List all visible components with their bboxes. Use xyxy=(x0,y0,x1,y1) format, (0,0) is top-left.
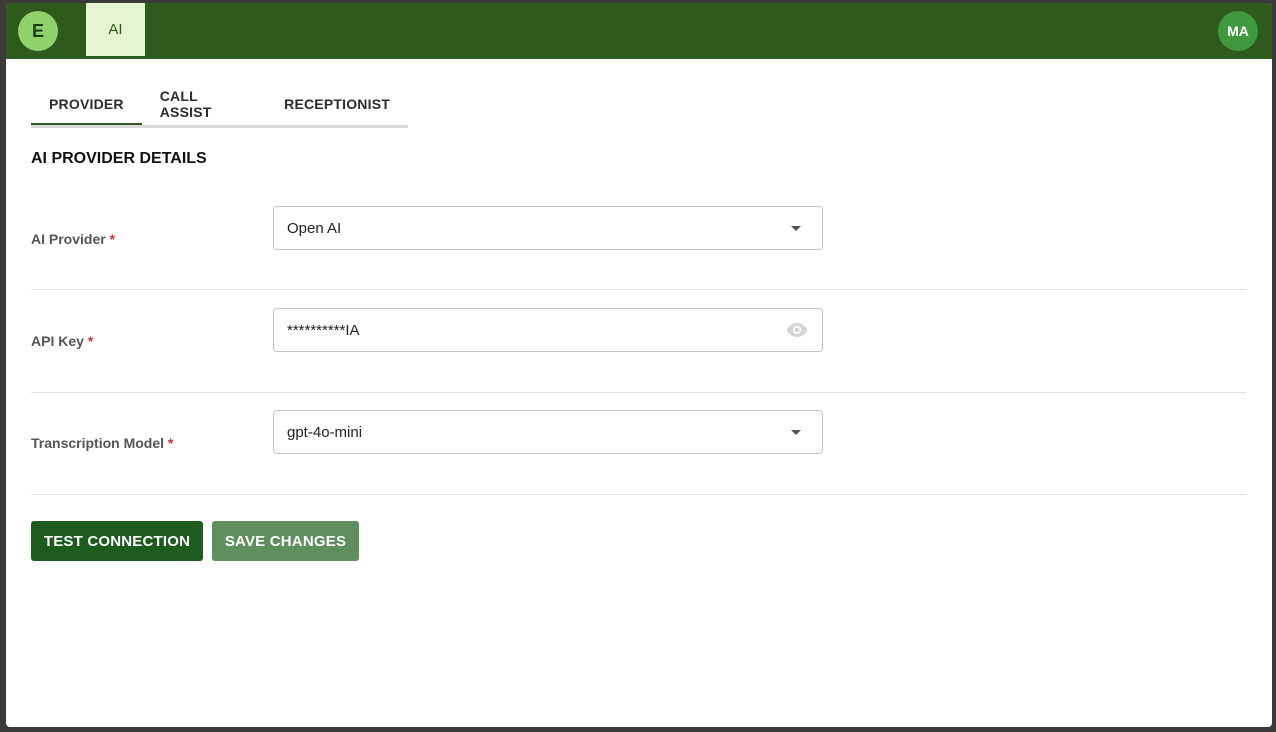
api-key-label: API Key * xyxy=(31,333,93,349)
tab-call-assist[interactable]: CALL ASSIST xyxy=(142,83,266,125)
required-mark: * xyxy=(87,333,94,349)
required-mark: * xyxy=(167,435,174,451)
divider xyxy=(31,289,1246,290)
top-bar: E AI MA xyxy=(6,3,1272,59)
test-connection-button[interactable]: TEST CONNECTION xyxy=(31,521,203,561)
transcription-model-select[interactable]: gpt-4o-mini xyxy=(273,410,823,454)
chevron-down-icon xyxy=(791,429,801,435)
section-title: AI PROVIDER DETAILS xyxy=(31,150,207,167)
ai-provider-label: AI Provider * xyxy=(31,231,115,247)
transcription-model-value: gpt-4o-mini xyxy=(287,423,363,441)
divider xyxy=(31,392,1246,393)
tab-provider[interactable]: PROVIDER xyxy=(31,83,142,125)
ai-provider-value: Open AI xyxy=(287,219,342,237)
divider xyxy=(31,494,1246,495)
save-changes-button[interactable]: SAVE CHANGES xyxy=(212,521,359,561)
app-logo[interactable]: E xyxy=(18,11,58,51)
api-key-label-text: API Key xyxy=(31,333,84,349)
chevron-down-icon xyxy=(791,225,801,231)
app-window: E AI MA PROVIDER CALL ASSIST RECEPTIONIS… xyxy=(6,3,1272,727)
user-avatar[interactable]: MA xyxy=(1218,11,1258,51)
api-key-input[interactable]: **********IA xyxy=(273,308,823,352)
api-key-value: **********IA xyxy=(287,321,360,339)
transcription-model-label: Transcription Model * xyxy=(31,435,173,451)
tab-bar: PROVIDER CALL ASSIST RECEPTIONIST xyxy=(31,83,408,128)
required-mark: * xyxy=(109,231,116,247)
ai-provider-select[interactable]: Open AI xyxy=(273,206,823,250)
eye-icon[interactable] xyxy=(785,318,809,342)
transcription-model-label-text: Transcription Model xyxy=(31,435,165,451)
tab-receptionist[interactable]: RECEPTIONIST xyxy=(266,83,408,125)
ai-provider-label-text: AI Provider xyxy=(31,231,106,247)
nav-item-ai[interactable]: AI xyxy=(86,3,145,56)
